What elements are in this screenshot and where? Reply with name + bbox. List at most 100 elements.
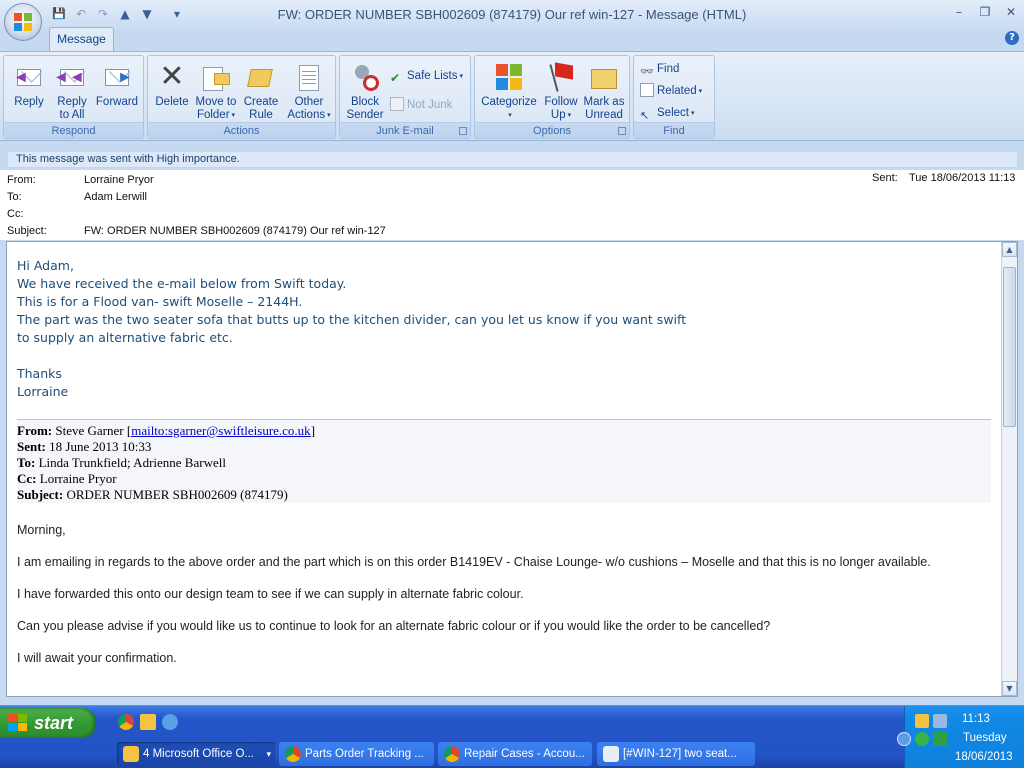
- office-button[interactable]: [4, 3, 42, 41]
- importance-info-bar[interactable]: This message was sent with High importan…: [7, 151, 1018, 168]
- other-actions-button[interactable]: Other Actions ▾: [285, 59, 333, 123]
- binoculars-icon: 👓: [640, 66, 654, 78]
- fwd-subject-value: ORDER NUMBER SBH002609 (874179): [66, 487, 288, 502]
- move-to-folder-label-1: Move to: [195, 96, 237, 108]
- start-button[interactable]: start: [0, 708, 96, 738]
- sent-label: Sent:: [872, 172, 898, 184]
- chrome-icon: [285, 746, 301, 762]
- taskbar-item-win-127[interactable]: [#WIN-127] two seat...: [597, 742, 755, 766]
- fwd-from-name: Steve Garner: [55, 423, 124, 438]
- clock-time[interactable]: 11:13: [962, 713, 990, 725]
- thanks-line: Thanks: [17, 366, 62, 381]
- taskbar-item-label: Repair Cases - Accou...: [464, 748, 585, 760]
- fwd-to-row: To: Linda Trunkfield; Adrienne Barwell: [17, 455, 991, 471]
- move-to-folder-icon: [200, 61, 232, 93]
- taskbar-item-label: [#WIN-127] two seat...: [623, 748, 737, 760]
- message-body[interactable]: Hi Adam, We have received the e-mail bel…: [7, 242, 1003, 696]
- forward-icon: ►: [101, 61, 133, 93]
- actions-group-label: Actions: [148, 122, 335, 138]
- taskbar-item-repair-cases[interactable]: Repair Cases - Accou...: [438, 742, 592, 766]
- minimize-button[interactable]: –: [946, 0, 972, 24]
- status-green-icon[interactable]: [915, 732, 929, 746]
- find-group: 👓 Find Related ▾ ↖ Select ▾ Find: [633, 55, 715, 139]
- move-to-folder-button[interactable]: Move to Folder ▾: [194, 59, 238, 123]
- reply-all-button[interactable]: ◄◄ Reply to All: [49, 59, 95, 123]
- respond-group: ◄ Reply ◄◄ Reply to All ► Forward Respon…: [3, 55, 144, 139]
- show-hidden-icons-icon[interactable]: [897, 732, 911, 746]
- find-button[interactable]: 👓 Find: [640, 60, 679, 78]
- office-logo-icon: [14, 13, 33, 32]
- outlook-icon[interactable]: [140, 714, 156, 730]
- taskbar-item-label: Parts Order Tracking ...: [305, 748, 424, 760]
- signature-line: Lorraine: [17, 384, 69, 399]
- other-actions-label-2: Actions: [287, 109, 326, 121]
- window-title: FW: ORDER NUMBER SBH002609 (874179) Our …: [277, 7, 747, 22]
- select-label: Select: [657, 107, 689, 119]
- junk-email-dialog-launcher[interactable]: [459, 127, 467, 135]
- outlook-icon: [123, 746, 139, 762]
- follow-up-label-1: Follow: [544, 96, 578, 108]
- body-line: to supply an alternative fabric etc.: [17, 330, 233, 345]
- fwd-greeting: Morning,: [17, 523, 66, 537]
- safe-lists-label: Safe Lists: [407, 70, 458, 82]
- message-body-frame: Hi Adam, We have received the e-mail bel…: [6, 241, 1018, 697]
- fwd-from-email-link[interactable]: mailto:sgarner@swiftleisure.co.uk: [131, 423, 310, 438]
- create-rule-button[interactable]: Create Rule: [239, 59, 283, 123]
- reply-button[interactable]: ◄ Reply: [6, 59, 52, 123]
- scroll-thumb[interactable]: [1003, 267, 1016, 427]
- block-sender-button[interactable]: Block Sender: [342, 59, 388, 123]
- options-group: Categorize ▾ Follow Up ▾ Mark as Unread Op…: [474, 55, 630, 139]
- network-icon[interactable]: [933, 714, 947, 728]
- restore-button[interactable]: ❐: [972, 0, 998, 24]
- body-line: The part was the two seater sofa that bu…: [17, 312, 687, 327]
- fwd-from-label: From:: [17, 423, 53, 438]
- ribbon: ◄ Reply ◄◄ Reply to All ► Forward Respon…: [0, 51, 1024, 141]
- categorize-button[interactable]: Categorize ▾: [479, 59, 539, 123]
- from-label: From:: [7, 174, 36, 186]
- internet-explorer-icon[interactable]: [162, 714, 178, 730]
- body-line: Hi Adam,: [17, 258, 74, 273]
- not-junk-button[interactable]: Not Junk: [390, 96, 452, 114]
- tab-message[interactable]: Message: [49, 27, 114, 51]
- chrome-icon[interactable]: [118, 714, 134, 730]
- mark-as-unread-button[interactable]: Mark as Unread: [581, 59, 627, 123]
- vertical-scrollbar[interactable]: ▲ ▼: [1001, 242, 1017, 696]
- body-line: We have received the e-mail below from S…: [17, 276, 347, 291]
- scroll-up-button[interactable]: ▲: [1002, 242, 1017, 257]
- delete-label: Delete: [155, 96, 189, 108]
- taskbar-item-office[interactable]: 4 Microsoft Office O... ▾: [117, 742, 275, 766]
- clock-day: Tuesday: [963, 732, 1007, 744]
- help-icon[interactable]: ?: [1005, 31, 1019, 45]
- from-value[interactable]: Lorraine Pryor: [84, 172, 154, 189]
- related-button[interactable]: Related ▾: [640, 82, 702, 100]
- select-button[interactable]: ↖ Select ▾: [640, 104, 694, 122]
- junk-email-group-label: Junk E-mail: [340, 122, 470, 138]
- ribbon-tab-row: [0, 30, 1024, 51]
- options-dialog-launcher[interactable]: [618, 127, 626, 135]
- forward-button[interactable]: ► Forward: [93, 59, 141, 123]
- reply-icon: ◄: [13, 61, 45, 93]
- respond-group-label: Respond: [4, 122, 143, 138]
- fwd-to-label: To:: [17, 455, 36, 470]
- subject-label: Subject:: [7, 225, 47, 237]
- outlook-tray-icon[interactable]: [915, 714, 929, 728]
- delete-button[interactable]: ✕ Delete: [150, 59, 194, 123]
- fwd-paragraph: Can you please advise if you would like …: [17, 619, 771, 633]
- categorize-icon: [493, 61, 525, 93]
- block-sender-icon: [349, 61, 381, 93]
- to-value[interactable]: Adam Lerwill: [84, 189, 147, 206]
- security-icon[interactable]: [933, 732, 947, 746]
- subject-value: FW: ORDER NUMBER SBH002609 (874179) Our …: [84, 225, 386, 237]
- follow-up-button[interactable]: Follow Up ▾: [539, 59, 583, 123]
- taskbar-item-parts-order[interactable]: Parts Order Tracking ...: [279, 742, 434, 766]
- forward-label: Forward: [95, 96, 139, 108]
- safe-lists-button[interactable]: ✔ Safe Lists ▾: [390, 67, 463, 85]
- reply-label: Reply: [14, 96, 44, 108]
- system-tray: 11:13 Tuesday 18/06/2013: [897, 706, 1024, 768]
- sent-value: Tue 18/06/2013 11:13: [909, 172, 1016, 184]
- create-rule-label-1: Create: [243, 96, 279, 108]
- move-to-folder-label-2: Folder: [196, 109, 230, 121]
- other-actions-label-1: Other: [294, 96, 324, 108]
- close-button[interactable]: ✕: [998, 0, 1024, 24]
- scroll-down-button[interactable]: ▼: [1002, 681, 1017, 696]
